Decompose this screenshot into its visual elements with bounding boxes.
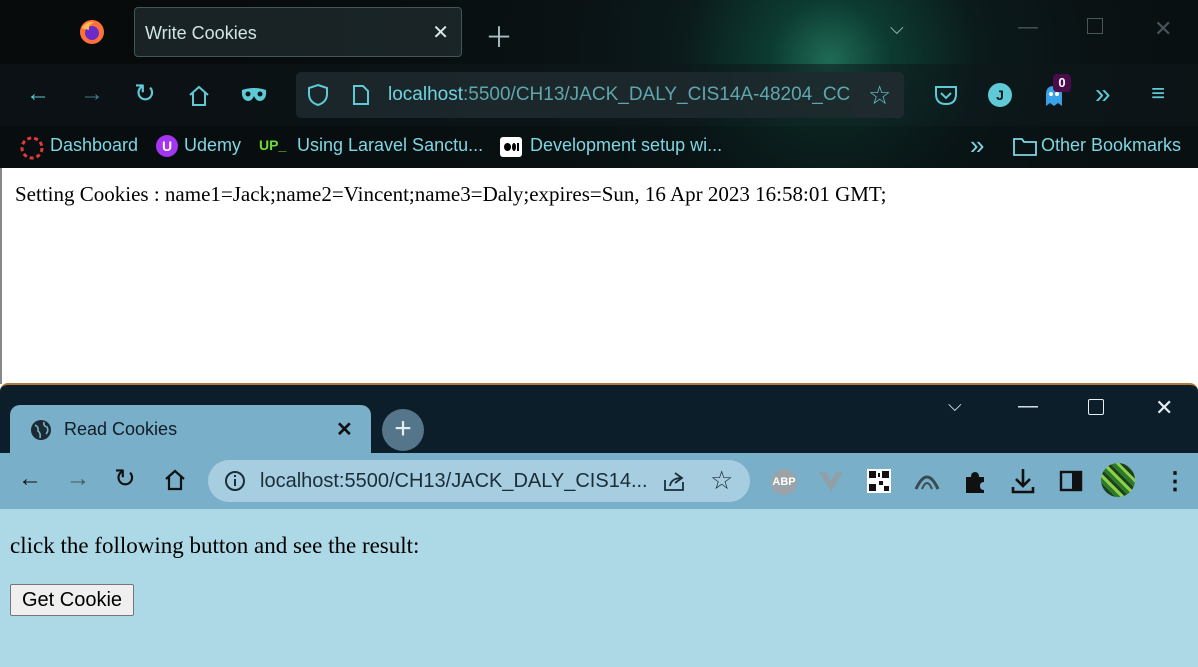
chrome-tab-strip: Read Cookies ✕ + ⌵ — ✕: [0, 383, 1198, 457]
forward-icon[interactable]: →: [80, 80, 104, 108]
firefox-logo-icon: [80, 20, 104, 44]
more-tools-icon[interactable]: »: [1095, 78, 1111, 110]
list-tabs-icon[interactable]: ⌵: [890, 18, 904, 39]
back-icon[interactable]: ←: [18, 465, 42, 493]
minimize-icon[interactable]: —: [1018, 395, 1038, 418]
home-icon[interactable]: [163, 468, 187, 492]
tab-close-icon[interactable]: ✕: [336, 417, 353, 442]
canvas-logo-icon: [20, 136, 44, 160]
globe-icon: [31, 420, 51, 440]
private-mask-icon[interactable]: [240, 86, 268, 104]
cookie-output-text: Setting Cookies : name1=Jack;name2=Vince…: [15, 182, 887, 206]
url-bar[interactable]: localhost:5500/CH13/JACK_DALY_CIS14A-482…: [296, 72, 904, 118]
close-icon[interactable]: ✕: [1154, 16, 1172, 42]
new-tab-icon[interactable]: ＋: [485, 16, 513, 56]
pocket-icon[interactable]: [934, 84, 958, 106]
url-text: localhost:5500/CH13/JACK_DALY_CIS14A-482…: [388, 84, 850, 106]
maximize-icon[interactable]: [1088, 399, 1104, 415]
reload-icon[interactable]: ↻: [114, 463, 136, 494]
firefox-tab-bar: Write Cookies ✕ ＋ ⌵ — ✕: [0, 0, 1198, 64]
avatar[interactable]: [1101, 463, 1135, 497]
info-icon[interactable]: [224, 470, 246, 492]
chrome-window: Read Cookies ✕ + ⌵ — ✕ ← → ↻ localhost:5…: [0, 383, 1198, 667]
bookmark-star-icon[interactable]: ☆: [868, 80, 891, 111]
bookmarks-overflow-icon[interactable]: »: [970, 130, 984, 161]
adblock-icon[interactable]: ABP: [771, 469, 797, 495]
forward-icon[interactable]: →: [66, 465, 90, 493]
omnibox[interactable]: localhost:5500/CH13/JACK_DALY_CIS14... ☆: [208, 460, 750, 502]
tab-title: Read Cookies: [64, 419, 178, 439]
qr-code-icon[interactable]: [867, 469, 891, 493]
chrome-page-content: click the following button and see the r…: [0, 509, 1198, 667]
page-icon: [353, 85, 369, 105]
puzzle-icon[interactable]: [962, 469, 988, 495]
extension-badge: 0: [1053, 74, 1071, 92]
vue-devtools-icon[interactable]: [818, 471, 844, 493]
home-icon[interactable]: [187, 84, 211, 108]
bookmarks-toolbar: Dashboard U Udemy UP_ Using Laravel Sanc…: [0, 126, 1198, 168]
bookmark-label: Other Bookmarks: [1041, 135, 1182, 155]
url-host: localhost: [388, 84, 463, 105]
kebab-menu-icon[interactable]: ⋮: [1163, 467, 1187, 496]
firefox-nav-bar: ← → ↻ localhost:5500/CH13/JACK_DALY_CIS1…: [0, 64, 1198, 126]
bookmark-label: Udemy: [184, 135, 242, 155]
tab-read-cookies[interactable]: Read Cookies ✕: [10, 405, 371, 457]
firefox-page-content: Setting Cookies : name1=Jack;name2=Vince…: [0, 168, 1198, 384]
bookmark-label: Using Laravel Sanctu...: [297, 135, 484, 155]
url-path: :5500/CH13/JACK_DALY_CIS14A-48204_CC: [463, 84, 851, 105]
account-icon[interactable]: J: [988, 83, 1012, 107]
download-icon[interactable]: [1010, 467, 1036, 495]
share-icon[interactable]: [662, 470, 686, 492]
get-cookie-button[interactable]: Get Cookie: [10, 584, 134, 616]
star-icon[interactable]: ☆: [710, 465, 733, 496]
hamburger-menu-icon[interactable]: ≡: [1151, 80, 1165, 108]
tab-search-icon[interactable]: ⌵: [948, 395, 962, 416]
udemy-logo-icon: U: [156, 135, 178, 157]
tab-title: Write Cookies: [145, 23, 257, 43]
maximize-icon[interactable]: [1087, 18, 1103, 34]
folder-icon: [1013, 138, 1037, 156]
medium-logo-icon: [500, 137, 522, 157]
back-icon[interactable]: ←: [26, 80, 50, 108]
instruction-text: click the following button and see the r…: [10, 533, 420, 558]
new-tab-icon[interactable]: +: [382, 409, 424, 451]
bookmark-label: Dashboard: [50, 135, 139, 155]
reload-icon[interactable]: ↻: [134, 78, 156, 109]
tab-close-icon[interactable]: ✕: [432, 20, 449, 45]
bookmark-label: Development setup wi...: [530, 135, 723, 155]
upwork-logo-icon: UP_: [259, 137, 287, 153]
close-icon[interactable]: ✕: [1155, 395, 1173, 421]
minimize-icon[interactable]: —: [1018, 16, 1038, 39]
firefox-chrome: Write Cookies ✕ ＋ ⌵ — ✕ ← → ↻ localhost:…: [0, 0, 1198, 168]
side-panel-icon[interactable]: [1059, 470, 1083, 492]
url-text: localhost:5500/CH13/JACK_DALY_CIS14...: [260, 470, 648, 492]
tab-write-cookies[interactable]: Write Cookies ✕: [134, 7, 462, 57]
shield-icon[interactable]: [307, 83, 329, 107]
extension-arc-icon[interactable]: [914, 469, 940, 493]
